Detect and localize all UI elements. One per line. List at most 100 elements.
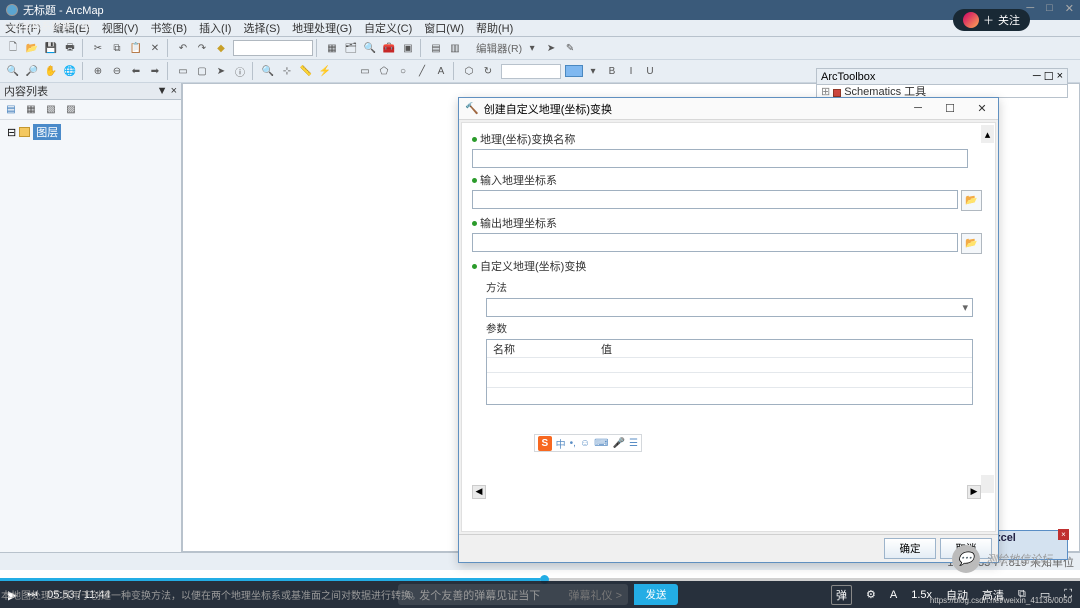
zoom-in-icon[interactable]: 🔍 <box>4 62 22 80</box>
add-data-icon[interactable]: ◆ <box>212 39 230 57</box>
transform-name-input[interactable] <box>472 149 968 168</box>
new-icon[interactable]: 🗋 <box>4 39 22 57</box>
ime-cn-toggle[interactable]: 中 <box>556 436 566 451</box>
ime-settings-icon[interactable]: ☰ <box>629 438 638 449</box>
zoom-out-icon[interactable]: 🔎 <box>23 62 41 80</box>
window-close-button[interactable]: ✕ <box>1065 2 1074 15</box>
cut-icon[interactable]: ✂ <box>89 39 107 57</box>
font-combo[interactable] <box>501 64 561 79</box>
menu-view[interactable]: 视图(V) <box>102 20 139 36</box>
edit-tool-icon[interactable]: ➤ <box>542 39 560 57</box>
redo-icon[interactable]: ↷ <box>193 39 211 57</box>
font-settings-icon[interactable]: A <box>890 589 897 601</box>
scale-combo[interactable] <box>233 40 313 56</box>
list-by-visibility-icon[interactable]: ▧ <box>42 101 60 119</box>
save-icon[interactable]: 💾 <box>42 39 60 57</box>
identify-icon[interactable]: ⓘ <box>231 62 249 80</box>
tree-root[interactable]: ⊟ 图层 <box>3 123 178 141</box>
select-features-icon[interactable]: ▭ <box>174 62 192 80</box>
input-cs-input[interactable] <box>472 190 958 209</box>
results-icon[interactable]: ▥ <box>446 39 464 57</box>
fixed-zoom-out-icon[interactable]: ⊖ <box>108 62 126 80</box>
clear-selection-icon[interactable]: ▢ <box>193 62 211 80</box>
menu-windows[interactable]: 窗口(W) <box>424 20 464 36</box>
hyperlink-icon[interactable]: ⚡ <box>316 62 334 80</box>
hscroll-right-icon[interactable]: ▶ <box>967 485 981 499</box>
ime-keyboard-icon[interactable]: ⌨ <box>594 438 608 449</box>
send-button[interactable]: 发送 <box>634 584 678 605</box>
bold-icon[interactable]: B <box>603 62 621 80</box>
menu-geoprocessing[interactable]: 地理处理(G) <box>292 20 352 36</box>
ime-punct-icon[interactable]: •, <box>570 438 576 449</box>
menu-insert[interactable]: 插入(I) <box>199 20 231 36</box>
sketch-icon[interactable]: ✎ <box>561 39 579 57</box>
follow-button[interactable]: ＋ 关注 <box>953 9 1030 31</box>
copy-icon[interactable]: ⧉ <box>108 39 126 57</box>
draw-circle-icon[interactable]: ○ <box>394 62 412 80</box>
hscroll-left-icon[interactable]: ◀ <box>472 485 486 499</box>
danmu-input[interactable]: ☺ 发个友善的弹幕见证当下 弹幕礼仪 > <box>398 584 628 605</box>
draw-polygon-icon[interactable]: ⬠ <box>375 62 393 80</box>
editor-menu[interactable]: 编辑器(R) <box>476 41 522 56</box>
open-icon[interactable]: 📂 <box>23 39 41 57</box>
search-icon[interactable]: 🔍 <box>361 39 379 57</box>
next-extent-icon[interactable]: ➡ <box>146 62 164 80</box>
danmu-settings-icon[interactable]: ⚙ <box>866 588 876 601</box>
dialog-max-button[interactable]: ☐ <box>934 98 966 118</box>
ok-button[interactable]: 确定 <box>884 538 936 559</box>
toc-close-icon[interactable]: × <box>171 85 177 97</box>
dialog-min-button[interactable]: ─ <box>902 98 934 118</box>
ime-mic-icon[interactable]: 🎤 <box>613 438 625 449</box>
danmu-etiquette-link[interactable]: 弹幕礼仪 > <box>569 587 622 603</box>
delete-icon[interactable]: ✕ <box>146 39 164 57</box>
undo-icon[interactable]: ↶ <box>174 39 192 57</box>
rotate-icon[interactable]: ↻ <box>479 62 497 80</box>
model-builder-icon[interactable]: ▤ <box>427 39 445 57</box>
menu-selection[interactable]: 选择(S) <box>243 20 280 36</box>
arctoolbox-icon[interactable]: 🧰 <box>380 39 398 57</box>
list-by-selection-icon[interactable]: ▨ <box>62 101 80 119</box>
browse-input-cs-button[interactable]: 📂 <box>961 190 982 211</box>
find-icon[interactable]: 🔍 <box>259 62 277 80</box>
ime-toolbar[interactable]: S 中 •, ☺ ⌨ 🎤 ☰ <box>534 434 642 452</box>
minimize-button[interactable]: ─ <box>1026 2 1034 15</box>
ime-emoji-icon[interactable]: ☺ <box>580 438 590 449</box>
draw-line-icon[interactable]: ╱ <box>413 62 431 80</box>
full-extent-icon[interactable]: 🌐 <box>61 62 79 80</box>
goto-xy-icon[interactable]: ⊹ <box>278 62 296 80</box>
arctoolbox-min-icon[interactable]: ─ <box>1033 70 1041 83</box>
prev-extent-icon[interactable]: ⬅ <box>127 62 145 80</box>
menu-bookmarks[interactable]: 书签(B) <box>150 20 187 36</box>
arctoolbox-max-icon[interactable]: ☐ <box>1044 70 1054 83</box>
chevron-down-icon[interactable]: ▾ <box>523 39 541 57</box>
toc-dropdown-icon[interactable]: ▼ <box>157 85 168 97</box>
scroll-down-icon[interactable] <box>981 475 994 493</box>
fixed-zoom-in-icon[interactable]: ⊕ <box>89 62 107 80</box>
text-tool-icon[interactable]: A <box>432 62 450 80</box>
output-cs-input[interactable] <box>472 233 958 252</box>
menu-help[interactable]: 帮助(H) <box>476 20 513 36</box>
list-by-source-icon[interactable]: ▦ <box>22 101 40 119</box>
tree-layer-label[interactable]: 图层 <box>33 124 61 140</box>
catalog-icon[interactable]: 🗂 <box>342 39 360 57</box>
italic-icon[interactable]: I <box>622 62 640 80</box>
tte-close-icon[interactable]: × <box>1058 529 1069 540</box>
edit-vertices-icon[interactable]: ⬡ <box>460 62 478 80</box>
scroll-up-icon[interactable]: ▴ <box>981 125 994 143</box>
method-select[interactable]: ▾ <box>486 298 973 317</box>
select-elements-icon[interactable]: ➤ <box>212 62 230 80</box>
browse-output-cs-button[interactable]: 📂 <box>961 233 982 254</box>
fill-color-swatch[interactable] <box>565 65 583 77</box>
dialog-close-button[interactable]: ✕ <box>966 98 998 118</box>
python-icon[interactable]: ▣ <box>399 39 417 57</box>
menu-customize[interactable]: 自定义(C) <box>364 20 412 36</box>
list-by-drawing-icon[interactable]: ▤ <box>2 101 20 119</box>
arctoolbox-close-icon[interactable]: × <box>1057 70 1063 83</box>
draw-rectangle-icon[interactable]: ▭ <box>356 62 374 80</box>
params-grid[interactable]: 名称 值 <box>486 339 973 405</box>
dialog-title-bar[interactable]: 🔨 创建自定义地理(坐标)变换 ─ ☐ ✕ <box>459 98 998 120</box>
underline-icon[interactable]: U <box>641 62 659 80</box>
maximize-button[interactable]: □ <box>1046 2 1053 15</box>
print-icon[interactable]: 🖶 <box>61 39 79 57</box>
measure-icon[interactable]: 📏 <box>297 62 315 80</box>
